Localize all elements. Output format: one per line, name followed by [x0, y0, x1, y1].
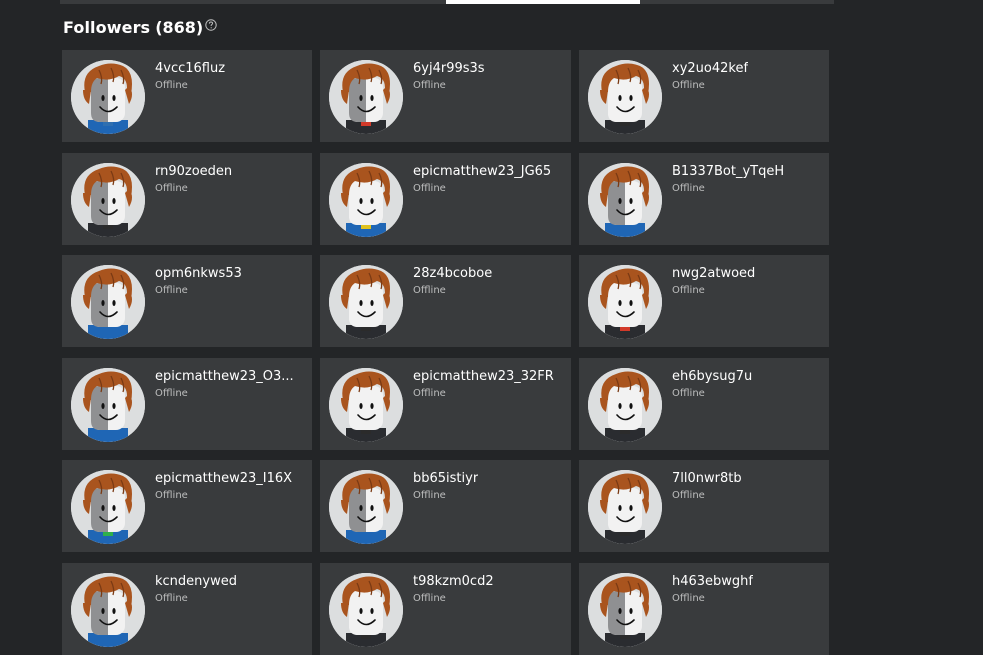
presence-status: Offline — [672, 592, 705, 604]
follower-username[interactable]: 4vcc16fluz — [155, 61, 225, 76]
follower-card[interactable]: epicmatthew23_O3... Offline — [62, 357, 312, 450]
presence-status: Offline — [155, 182, 188, 194]
follower-username[interactable]: opm6nkws53 — [155, 266, 242, 281]
presence-status: Offline — [672, 387, 705, 399]
avatar[interactable] — [71, 265, 145, 339]
followers-grid: 4vcc16fluz Offline 6yj4r99s3s Offline xy2uo4… — [62, 50, 829, 655]
follower-card[interactable]: opm6nkws53 Offline — [62, 255, 312, 347]
follower-username[interactable]: B1337Bot_yTqeH — [672, 164, 784, 179]
follower-username[interactable]: 28z4bcoboe — [413, 266, 492, 281]
follower-card[interactable]: rn90zoeden Offline — [62, 152, 312, 245]
avatar[interactable] — [329, 367, 403, 442]
avatar[interactable] — [588, 60, 662, 134]
presence-status: Offline — [155, 490, 188, 501]
presence-status: Offline — [672, 182, 705, 194]
follower-card[interactable]: 4vcc16fluz Offline — [62, 50, 312, 142]
follower-card[interactable]: 6yj4r99s3s Offline — [320, 50, 571, 142]
follower-card[interactable]: epicmatthew23_I16X Offline — [62, 460, 312, 552]
presence-status: Offline — [155, 592, 188, 604]
avatar[interactable] — [71, 367, 145, 442]
avatar[interactable] — [588, 367, 662, 442]
avatar[interactable] — [588, 572, 662, 647]
presence-status: Offline — [672, 285, 705, 296]
avatar[interactable] — [588, 265, 662, 339]
avatar[interactable] — [329, 265, 403, 339]
follower-card[interactable]: kcndenywed Offline — [62, 562, 312, 655]
follower-username[interactable]: epicmatthew23_32FR — [413, 369, 554, 384]
follower-card[interactable]: nwg2atwoed Offline — [579, 255, 829, 347]
follower-card[interactable]: xy2uo42kef Offline — [579, 50, 829, 142]
follower-card[interactable]: 28z4bcoboe Offline — [320, 255, 571, 347]
presence-status: Offline — [672, 490, 705, 501]
presence-status: Offline — [413, 490, 446, 501]
follower-username[interactable]: 6yj4r99s3s — [413, 61, 485, 76]
follower-username[interactable]: t98kzm0cd2 — [413, 574, 494, 589]
avatar[interactable] — [588, 470, 662, 544]
follower-username[interactable]: epicmatthew23_I16X — [155, 471, 292, 486]
follower-username[interactable]: nwg2atwoed — [672, 266, 755, 281]
page-title: Followers — [63, 17, 151, 37]
follower-username[interactable]: xy2uo42kef — [672, 61, 748, 76]
follower-username[interactable]: rn90zoeden — [155, 164, 232, 179]
follower-username[interactable]: h463ebwghf — [672, 574, 753, 589]
follower-card[interactable]: epicmatthew23_JG65 Offline — [320, 152, 571, 245]
avatar[interactable] — [71, 60, 145, 134]
presence-status: Offline — [155, 387, 188, 399]
follower-card[interactable]: eh6bysug7u Offline — [579, 357, 829, 450]
presence-status: Offline — [155, 80, 188, 91]
avatar[interactable] — [329, 572, 403, 647]
avatar[interactable] — [329, 470, 403, 544]
presence-status: Offline — [413, 80, 446, 91]
active-tab-indicator — [446, 0, 640, 4]
presence-status: Offline — [413, 182, 446, 194]
avatar[interactable] — [329, 162, 403, 237]
follower-username[interactable]: epicmatthew23_O3... — [155, 369, 294, 384]
follower-card[interactable]: h463ebwghf Offline — [579, 562, 829, 655]
follower-card[interactable]: bb65istiyr Offline — [320, 460, 571, 552]
follower-username[interactable]: kcndenywed — [155, 574, 237, 589]
presence-status: Offline — [155, 285, 188, 296]
follower-card[interactable]: epicmatthew23_32FR Offline — [320, 357, 571, 450]
follower-username[interactable]: epicmatthew23_JG65 — [413, 164, 551, 179]
presence-status: Offline — [672, 80, 705, 91]
avatar[interactable] — [329, 60, 403, 134]
presence-status: Offline — [413, 592, 446, 604]
avatar[interactable] — [71, 162, 145, 237]
follower-username[interactable]: eh6bysug7u — [672, 369, 752, 384]
followers-header: Followers (868) — [63, 14, 217, 40]
follower-card[interactable]: t98kzm0cd2 Offline — [320, 562, 571, 655]
presence-status: Offline — [413, 387, 446, 399]
avatar[interactable] — [71, 572, 145, 647]
follower-username[interactable]: bb65istiyr — [413, 471, 478, 486]
follower-username[interactable]: 7ll0nwr8tb — [672, 471, 742, 486]
question-circle-icon[interactable] — [205, 16, 217, 31]
presence-status: Offline — [413, 285, 446, 296]
follower-card[interactable]: B1337Bot_yTqeH Offline — [579, 152, 829, 245]
avatar[interactable] — [71, 470, 145, 544]
avatar[interactable] — [588, 162, 662, 237]
follower-card[interactable]: 7ll0nwr8tb Offline — [579, 460, 829, 552]
follower-count: (868) — [155, 17, 204, 37]
